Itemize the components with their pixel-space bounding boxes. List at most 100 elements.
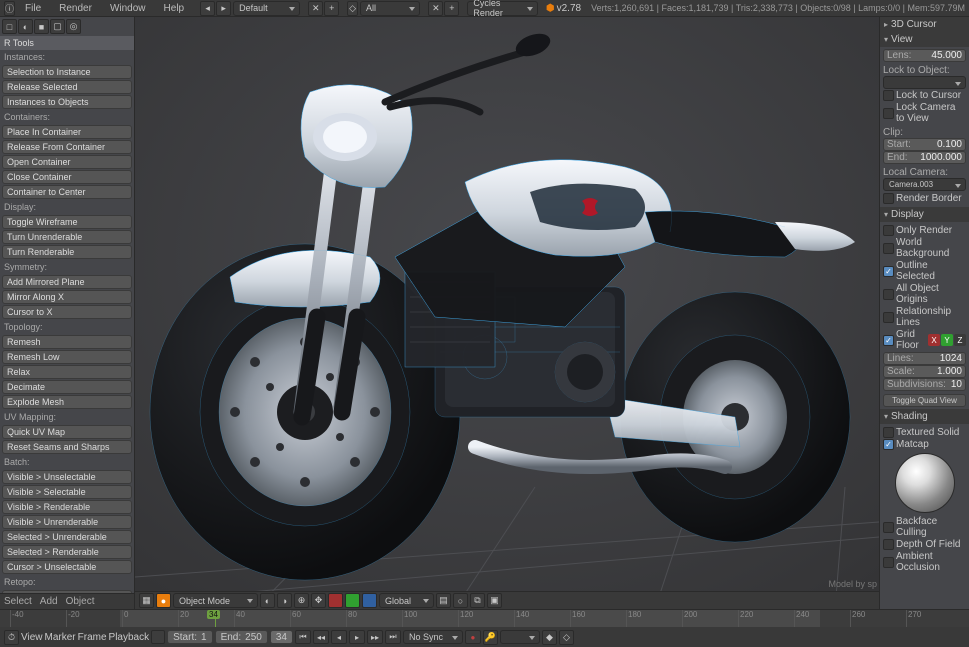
ao-check[interactable] bbox=[883, 557, 894, 568]
footer-menu[interactable]: Add bbox=[40, 596, 58, 607]
add-scene-icon[interactable]: + bbox=[444, 1, 459, 16]
tool-icon[interactable]: □ bbox=[2, 19, 17, 34]
op-button[interactable]: Selection to Instance bbox=[2, 65, 132, 79]
shading-wire-icon[interactable]: ◑ bbox=[277, 593, 292, 608]
tl-menu-view[interactable]: View bbox=[21, 632, 43, 643]
end-frame-field[interactable]: End:250 bbox=[215, 630, 268, 644]
op-button[interactable]: Release From Container bbox=[2, 140, 132, 154]
add-layout-icon[interactable]: + bbox=[324, 1, 339, 16]
tool-icon[interactable]: ■ bbox=[34, 19, 49, 34]
op-button[interactable]: Remesh bbox=[2, 335, 132, 349]
section-3d-cursor[interactable]: 3D Cursor bbox=[880, 17, 969, 32]
keying-set-dropdown[interactable] bbox=[500, 630, 540, 644]
clip-start-field[interactable]: Start:0.100 bbox=[883, 138, 966, 151]
render-engine-dropdown[interactable]: Cycles Render bbox=[467, 1, 537, 16]
grid-floor-check[interactable] bbox=[883, 335, 894, 346]
lock-object-field[interactable] bbox=[883, 76, 966, 89]
world-bg-check[interactable] bbox=[883, 243, 894, 254]
backface-check[interactable] bbox=[883, 522, 894, 533]
3d-viewport[interactable]: ▦ ● Object Mode ◐ ◑ ⊕ ✥ Global ▤ ○ ⧉ ▣ M… bbox=[135, 17, 879, 609]
op-button[interactable]: Explode Mesh bbox=[2, 395, 132, 409]
editor-type-icon[interactable]: ⏱ bbox=[4, 630, 19, 645]
delete-scene-icon[interactable]: ✕ bbox=[428, 1, 443, 16]
sync-dropdown[interactable]: No Sync bbox=[403, 630, 463, 644]
all-origins-check[interactable] bbox=[883, 289, 894, 300]
fwd-icon[interactable]: ▸ bbox=[216, 1, 231, 16]
axis-z-icon[interactable] bbox=[362, 593, 377, 608]
footer-menu[interactable]: Object bbox=[66, 596, 95, 607]
op-button[interactable]: Close Container bbox=[2, 170, 132, 184]
editor-type-icon[interactable]: ▦ bbox=[139, 593, 154, 608]
axis-y-icon[interactable] bbox=[345, 593, 360, 608]
matcap-check[interactable] bbox=[883, 439, 894, 450]
op-button[interactable]: Place In Container bbox=[2, 125, 132, 139]
clip-end-field[interactable]: End:1000.000 bbox=[883, 151, 966, 164]
axis-x-toggle[interactable]: X bbox=[928, 334, 940, 346]
op-button[interactable]: Cursor to X bbox=[2, 305, 132, 319]
play-rev-icon[interactable]: ◂ bbox=[331, 630, 347, 644]
jump-end-icon[interactable]: ⏭ bbox=[385, 630, 401, 644]
shading-solid-icon[interactable]: ◐ bbox=[260, 593, 275, 608]
current-frame-field[interactable]: 34 bbox=[270, 630, 293, 644]
op-button[interactable]: Visible > Renderable bbox=[2, 500, 132, 514]
back-icon[interactable]: ◂ bbox=[200, 1, 215, 16]
axis-y-toggle[interactable]: Y bbox=[941, 334, 953, 346]
textured-solid-check[interactable] bbox=[883, 427, 894, 438]
screen-layout-dropdown[interactable]: Default bbox=[233, 1, 300, 16]
op-button[interactable]: Relax bbox=[2, 365, 132, 379]
tl-menu-marker[interactable]: Marker bbox=[45, 632, 76, 643]
scene-browse-icon[interactable]: ◇ bbox=[347, 1, 358, 16]
grid-subdiv-field[interactable]: Subdivisions:10 bbox=[883, 378, 966, 391]
outline-sel-check[interactable] bbox=[883, 266, 894, 277]
orientation-dropdown[interactable]: Global bbox=[379, 593, 434, 608]
only-render-check[interactable] bbox=[883, 225, 894, 236]
section-display[interactable]: Display bbox=[880, 207, 969, 222]
render-border-check[interactable] bbox=[883, 193, 894, 204]
matcap-preview[interactable] bbox=[895, 453, 955, 513]
menu-window[interactable]: Window bbox=[102, 2, 154, 15]
op-button[interactable]: Decimate bbox=[2, 380, 132, 394]
range-toggle[interactable] bbox=[151, 630, 165, 644]
tl-menu-playback[interactable]: Playback bbox=[109, 632, 150, 643]
mode-icon[interactable]: ● bbox=[156, 593, 171, 608]
timeline-ruler[interactable]: 34 -40-200204060801001201401601802002202… bbox=[0, 610, 969, 627]
op-button[interactable]: Release Selected bbox=[2, 80, 132, 94]
proportional-icon[interactable]: ○ bbox=[453, 593, 468, 608]
keyframe-next-icon[interactable]: ▸▸ bbox=[367, 630, 383, 644]
menu-help[interactable]: Help bbox=[156, 2, 193, 15]
jump-start-icon[interactable]: ⏮ bbox=[295, 630, 311, 644]
menu-file[interactable]: File bbox=[17, 2, 49, 15]
render-region-icon[interactable]: ▣ bbox=[487, 593, 502, 608]
keyframe-prev-icon[interactable]: ◂◂ bbox=[313, 630, 329, 644]
toggle-quad-button[interactable]: Toggle Quad View bbox=[883, 394, 966, 407]
op-button[interactable]: Visible > Unselectable bbox=[2, 470, 132, 484]
tool-icon[interactable]: ▢ bbox=[50, 19, 65, 34]
menu-render[interactable]: Render bbox=[51, 2, 100, 15]
section-view[interactable]: View bbox=[880, 32, 969, 47]
op-button[interactable]: Turn Renderable bbox=[2, 245, 132, 259]
tool-icon[interactable]: ◎ bbox=[66, 19, 81, 34]
layers-icon[interactable]: ▤ bbox=[436, 593, 451, 608]
local-cam-field[interactable]: Camera.003 bbox=[883, 178, 966, 191]
manip-icon[interactable]: ✥ bbox=[311, 593, 326, 608]
autokey-icon[interactable]: ● bbox=[465, 630, 481, 644]
footer-menu[interactable]: Select bbox=[4, 596, 32, 607]
lock-cam-check[interactable] bbox=[883, 108, 894, 119]
play-icon[interactable]: ▸ bbox=[349, 630, 365, 644]
mode-dropdown[interactable]: Object Mode bbox=[173, 593, 258, 608]
rel-lines-check[interactable] bbox=[883, 312, 894, 323]
op-button[interactable]: Open Container bbox=[2, 155, 132, 169]
op-button[interactable]: Mirror Along X bbox=[2, 290, 132, 304]
axis-x-icon[interactable] bbox=[328, 593, 343, 608]
op-button[interactable]: Selected > Renderable bbox=[2, 545, 132, 559]
scene-dropdown[interactable]: All bbox=[360, 1, 420, 16]
delete-key-icon[interactable]: ◇ bbox=[559, 630, 574, 645]
op-button[interactable]: Toggle Wireframe bbox=[2, 215, 132, 229]
section-shading[interactable]: Shading bbox=[880, 409, 969, 424]
axis-z-toggle[interactable]: Z bbox=[954, 334, 966, 346]
op-button[interactable]: Add Mirrored Plane bbox=[2, 275, 132, 289]
tl-menu-frame[interactable]: Frame bbox=[78, 632, 107, 643]
start-frame-field[interactable]: Start:1 bbox=[167, 630, 212, 644]
op-button[interactable]: Reset Seams and Sharps bbox=[2, 440, 132, 454]
op-button[interactable]: Visible > Selectable bbox=[2, 485, 132, 499]
